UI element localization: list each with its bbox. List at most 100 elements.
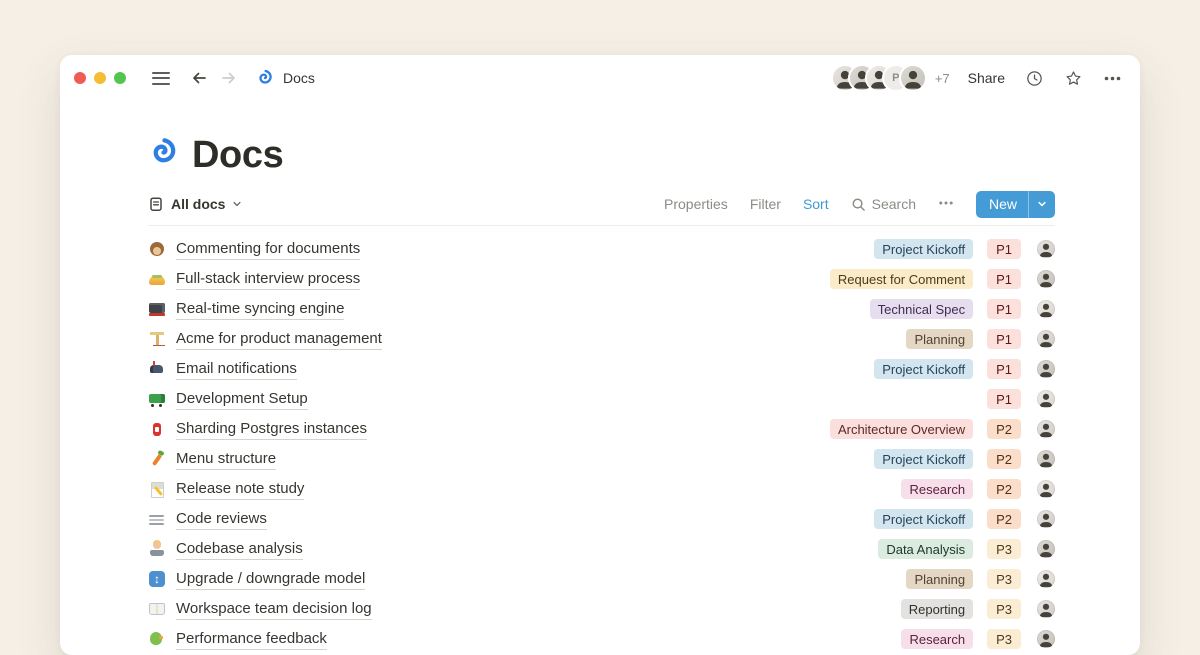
doc-row[interactable]: Menu structure Project Kickoff P2 xyxy=(148,444,1055,474)
back-arrow-icon[interactable] xyxy=(190,69,208,87)
priority-badge: P3 xyxy=(987,629,1021,649)
search-icon xyxy=(851,197,866,212)
lines-emoji xyxy=(148,510,166,528)
toolbar-divider xyxy=(148,225,1055,226)
history-clock-icon[interactable] xyxy=(1025,69,1044,88)
share-button[interactable]: Share xyxy=(968,70,1005,86)
priority-badge: P1 xyxy=(987,269,1021,289)
minimize-window-button[interactable] xyxy=(94,72,106,84)
doc-row[interactable]: Acme for product management Planning P1 xyxy=(148,324,1055,354)
doc-row[interactable]: Email notifications Project Kickoff P1 xyxy=(148,354,1055,384)
zoom-window-button[interactable] xyxy=(114,72,126,84)
doc-title-link[interactable]: Sharding Postgres instances xyxy=(176,419,367,440)
sidebar-menu-icon[interactable] xyxy=(152,72,170,85)
doc-list: Commenting for documents Project Kickoff… xyxy=(148,234,1055,654)
updown-emoji xyxy=(148,570,166,588)
doc-type-tag: Research xyxy=(901,629,973,649)
doc-title-link[interactable]: Release note study xyxy=(176,479,304,500)
doc-type-tag: Project Kickoff xyxy=(874,449,973,469)
doc-row[interactable]: Real-time syncing engine Technical Spec … xyxy=(148,294,1055,324)
titlebar-actions: P +7 Share xyxy=(833,66,1122,90)
memo-emoji xyxy=(148,480,166,498)
page-title[interactable]: Docs xyxy=(192,134,283,177)
search-button[interactable]: Search xyxy=(851,196,916,212)
view-selector-label: All docs xyxy=(171,196,225,212)
forward-arrow-icon[interactable] xyxy=(220,69,238,87)
doc-row[interactable]: Commenting for documents Project Kickoff… xyxy=(148,234,1055,264)
toolbar-more-icon[interactable] xyxy=(938,195,954,214)
new-button[interactable]: New xyxy=(976,191,1055,218)
owner-avatar xyxy=(1037,570,1055,588)
collaborator-avatar-stack[interactable]: P xyxy=(833,66,925,90)
doc-title-link[interactable]: Email notifications xyxy=(176,359,297,380)
doc-type-tag: Planning xyxy=(906,329,973,349)
owner-avatar xyxy=(1037,510,1055,528)
doc-row[interactable]: Development Setup P1 xyxy=(148,384,1055,414)
doc-row[interactable]: Full-stack interview process Request for… xyxy=(148,264,1055,294)
doc-title-link[interactable]: Acme for product management xyxy=(176,329,382,350)
close-window-button[interactable] xyxy=(74,72,86,84)
chevron-down-icon xyxy=(232,199,242,209)
doc-title-link[interactable]: Development Setup xyxy=(176,389,308,410)
avatar-overflow-count[interactable]: +7 xyxy=(935,71,950,86)
owner-avatar xyxy=(1037,390,1055,408)
doc-title-link[interactable]: Codebase analysis xyxy=(176,539,303,560)
doc-type-tag: Reporting xyxy=(901,599,973,619)
doc-row[interactable]: Performance feedback Research P3 xyxy=(148,624,1055,654)
doc-type-tag: Planning xyxy=(906,569,973,589)
sort-button[interactable]: Sort xyxy=(803,196,829,212)
collaborator-avatar[interactable] xyxy=(901,66,925,90)
doc-title-link[interactable]: Commenting for documents xyxy=(176,239,360,260)
doc-type-tag: Technical Spec xyxy=(870,299,973,319)
priority-badge: P1 xyxy=(987,239,1021,259)
doc-type-tag: Project Kickoff xyxy=(874,509,973,529)
new-button-label[interactable]: New xyxy=(976,191,1028,218)
owner-avatar xyxy=(1037,600,1055,618)
favorite-star-icon[interactable] xyxy=(1064,69,1083,88)
owner-avatar xyxy=(1037,540,1055,558)
owner-avatar xyxy=(1037,240,1055,258)
monkey-emoji xyxy=(148,240,166,258)
cyclone-page-icon[interactable] xyxy=(148,137,179,173)
doc-type-tag: Data Analysis xyxy=(878,539,973,559)
doc-title-link[interactable]: Workspace team decision log xyxy=(176,599,372,620)
page-content: Docs All docs Properties Filter Sort Sea… xyxy=(60,132,1140,654)
filter-button[interactable]: Filter xyxy=(750,196,781,212)
priority-badge: P2 xyxy=(987,479,1021,499)
priority-badge: P2 xyxy=(987,419,1021,439)
book-emoji xyxy=(148,600,166,618)
doc-type-tag: Research xyxy=(901,479,973,499)
chevron-down-icon xyxy=(1037,199,1047,209)
doc-title-link[interactable]: Real-time syncing engine xyxy=(176,299,344,320)
doc-row[interactable]: Codebase analysis Data Analysis P3 xyxy=(148,534,1055,564)
titlebar-page-title: Docs xyxy=(283,70,315,86)
mailbox-emoji xyxy=(148,360,166,378)
doc-title-link[interactable]: Menu structure xyxy=(176,449,276,470)
doc-row[interactable]: Code reviews Project Kickoff P2 xyxy=(148,504,1055,534)
priority-badge: P1 xyxy=(987,329,1021,349)
doc-title-link[interactable]: Performance feedback xyxy=(176,629,327,650)
doc-title-link[interactable]: Full-stack interview process xyxy=(176,269,360,290)
owner-avatar xyxy=(1037,420,1055,438)
new-button-chevron[interactable] xyxy=(1029,191,1055,218)
window-titlebar: Docs P +7 Share xyxy=(60,55,1140,101)
properties-button[interactable]: Properties xyxy=(664,196,728,212)
doc-type-tag: Request for Comment xyxy=(830,269,973,289)
priority-badge: P3 xyxy=(987,599,1021,619)
doc-row[interactable]: Workspace team decision log Reporting P3 xyxy=(148,594,1055,624)
priority-badge: P1 xyxy=(987,389,1021,409)
doc-row[interactable]: Release note study Research P2 xyxy=(148,474,1055,504)
owner-avatar xyxy=(1037,360,1055,378)
crane-emoji xyxy=(148,330,166,348)
truck-emoji xyxy=(148,390,166,408)
bird-emoji xyxy=(148,630,166,648)
carrot-emoji xyxy=(148,450,166,468)
doc-title-link[interactable]: Code reviews xyxy=(176,509,267,530)
train-emoji xyxy=(148,300,166,318)
more-options-icon[interactable] xyxy=(1103,69,1122,88)
doc-title-link[interactable]: Upgrade / downgrade model xyxy=(176,569,365,590)
view-selector[interactable]: All docs xyxy=(148,196,242,212)
doc-type-tag: Project Kickoff xyxy=(874,239,973,259)
doc-row[interactable]: Sharding Postgres instances Architecture… xyxy=(148,414,1055,444)
doc-row[interactable]: Upgrade / downgrade model Planning P3 xyxy=(148,564,1055,594)
